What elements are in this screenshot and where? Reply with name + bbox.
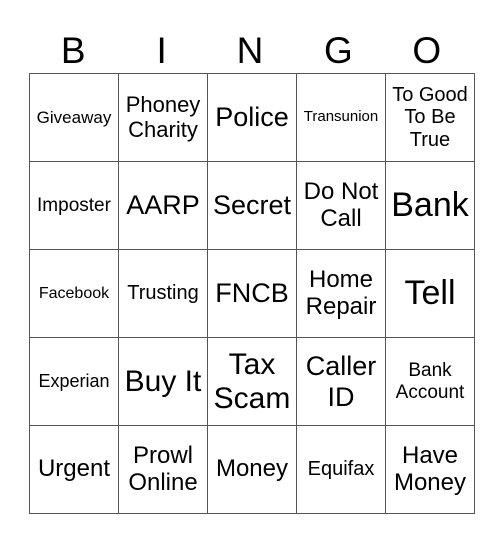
bingo-grid: Giveaway Phoney Charity Police Transunio… (29, 73, 475, 514)
bingo-cell[interactable]: Buy It (118, 337, 208, 426)
bingo-cell[interactable]: Phoney Charity (118, 73, 208, 162)
grid-row: Urgent Prowl Online Money Equifax Have M… (29, 425, 475, 514)
bingo-cell[interactable]: Bank (385, 161, 475, 250)
bingo-cell[interactable]: Police (207, 73, 297, 162)
grid-row: Giveaway Phoney Charity Police Transunio… (29, 73, 475, 162)
bingo-cell[interactable]: Experian (29, 337, 119, 426)
bingo-cell[interactable]: Home Repair (296, 249, 386, 338)
header-letter-i: I (156, 30, 167, 71)
bingo-cell[interactable]: To Good To Be True (385, 73, 475, 162)
bingo-cell[interactable]: Urgent (29, 425, 119, 514)
bingo-cell[interactable]: FNCB (207, 249, 297, 338)
grid-row: Imposter AARP Secret Do Not Call Bank (29, 161, 475, 250)
header-letter-g: G (323, 30, 353, 71)
bingo-cell[interactable]: Trusting (118, 249, 208, 338)
bingo-cell[interactable]: Imposter (29, 161, 119, 250)
bingo-cell[interactable]: Transunion (296, 73, 386, 162)
grid-row: Facebook Trusting FNCB Home Repair Tell (29, 249, 475, 338)
bingo-cell[interactable]: Secret (207, 161, 297, 250)
bingo-cell[interactable]: Money (207, 425, 297, 514)
bingo-cell[interactable]: Tax Scam (207, 337, 297, 426)
bingo-cell[interactable]: Caller ID (296, 337, 386, 426)
bingo-cell[interactable]: Do Not Call (296, 161, 386, 250)
header-letter-b: B (60, 30, 86, 71)
bingo-cell[interactable]: Prowl Online (118, 425, 208, 514)
bingo-header: B I N G O (29, 30, 471, 72)
bingo-cell[interactable]: Facebook (29, 249, 119, 338)
header-letter-o: O (412, 30, 442, 71)
bingo-cell[interactable]: Bank Account (385, 337, 475, 426)
bingo-cell[interactable]: Giveaway (29, 73, 119, 162)
bingo-cell[interactable]: Equifax (296, 425, 386, 514)
bingo-cell[interactable]: Have Money (385, 425, 475, 514)
bingo-cell[interactable]: AARP (118, 161, 208, 250)
grid-row: Experian Buy It Tax Scam Caller ID Bank … (29, 337, 475, 426)
bingo-cell[interactable]: Tell (385, 249, 475, 338)
header-letter-n: N (236, 30, 264, 71)
